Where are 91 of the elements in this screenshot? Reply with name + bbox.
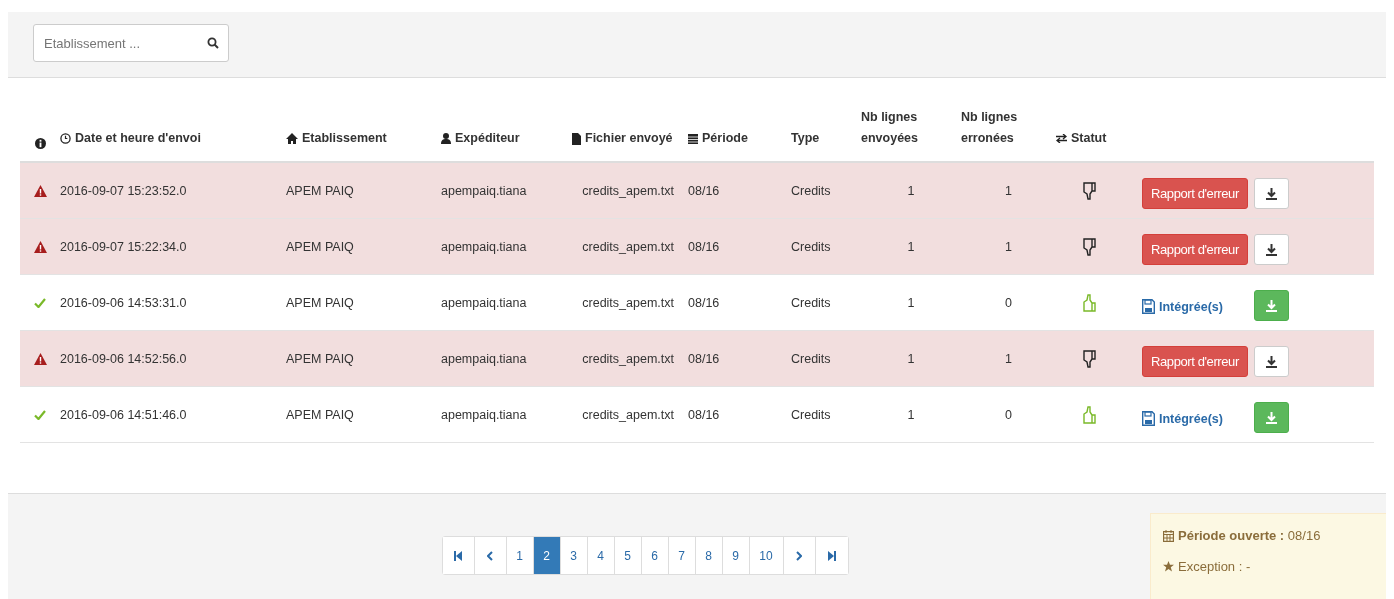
- column-header: Type: [791, 130, 820, 147]
- download-icon: [1266, 411, 1277, 424]
- table-cell-text: Credits: [791, 295, 832, 310]
- check-icon: [34, 409, 46, 420]
- first-page-icon: [454, 550, 462, 561]
- home-icon: [286, 133, 298, 144]
- table-cell-text: apempaiq.tiana: [441, 295, 528, 310]
- warning-icon: [33, 352, 47, 365]
- table-cell-text: apempaiq.tiana: [441, 183, 528, 198]
- exchange-icon: [1056, 134, 1067, 143]
- table-cell-text: 1: [906, 183, 916, 198]
- table-cell: credits_apem.txt: [582, 407, 674, 422]
- download-button[interactable]: [1254, 234, 1289, 265]
- download-icon: [1266, 299, 1277, 312]
- table-cell: credits_apem.txt: [582, 351, 674, 366]
- user-icon: [441, 133, 451, 144]
- download-icon: [1266, 243, 1277, 256]
- table-cell-text: 1: [906, 239, 916, 254]
- error-report-button[interactable]: Rapport d'erreur: [1142, 346, 1248, 377]
- download-button[interactable]: [1254, 346, 1289, 377]
- column-header: Fichier envoyé: [585, 130, 673, 147]
- table-cell-text: APEM PAIQ: [286, 183, 355, 198]
- table-cell-text: 1: [1004, 239, 1013, 254]
- table-cell: credits_apem.txt: [582, 183, 674, 198]
- table-cell-text: Credits: [791, 239, 832, 254]
- table-cell: credits_apem.txt: [582, 295, 674, 310]
- table-cell-text: APEM PAIQ: [286, 407, 355, 422]
- error-report-button[interactable]: Rapport d'erreur: [1142, 234, 1248, 265]
- table-cell-text: 2016-09-06 14:52:56.0: [60, 351, 188, 366]
- table-cell-text: 1: [906, 351, 916, 366]
- table-cell-text: 08/16: [688, 407, 721, 422]
- info-icon: [34, 138, 46, 149]
- check-icon: [34, 297, 46, 308]
- table-cell-text: Credits: [791, 183, 832, 198]
- download-button[interactable]: [1254, 178, 1289, 209]
- star-icon: [1163, 561, 1174, 572]
- column-header: Nb lignes erronées: [961, 109, 1019, 147]
- thumbs-up-icon: [1082, 405, 1096, 424]
- table-cell-text: 08/16: [688, 295, 721, 310]
- table-cell-text: 0: [1004, 407, 1013, 422]
- page-button[interactable]: 2: [533, 537, 561, 574]
- last-page-icon: [827, 550, 836, 561]
- column-header: Période: [702, 130, 748, 147]
- previous-icon: [487, 550, 493, 561]
- error-report-button[interactable]: Rapport d'erreur: [1142, 178, 1248, 209]
- thumbs-down-icon: [1082, 181, 1096, 200]
- calendar-icon: [688, 133, 698, 144]
- warning-icon: [33, 184, 47, 197]
- table-cell-text: 08/16: [688, 183, 721, 198]
- search-field[interactable]: Etablissement ...: [33, 24, 229, 62]
- integrated-link[interactable]: Intégrée(s): [1142, 411, 1223, 426]
- integrated-link[interactable]: Intégrée(s): [1142, 299, 1223, 314]
- table-cell-text: 1: [1004, 351, 1013, 366]
- download-icon: [1266, 355, 1277, 368]
- next-icon: [796, 550, 802, 561]
- thumbs-down-icon: [1082, 237, 1096, 256]
- warning-icon: [33, 240, 47, 253]
- table-cell-text: Credits: [791, 407, 832, 422]
- open-period-text: Période ouverte : 08/16: [1178, 528, 1321, 543]
- search-icon: [207, 37, 219, 49]
- clock-icon: [60, 133, 71, 144]
- table-cell-text: APEM PAIQ: [286, 295, 355, 310]
- thumbs-down-icon: [1082, 349, 1096, 368]
- table-cell: credits_apem.txt: [582, 239, 674, 254]
- table-cell-text: 2016-09-07 15:23:52.0: [60, 183, 188, 198]
- column-header: Expéditeur: [455, 130, 520, 147]
- table-cell-text: apempaiq.tiana: [441, 239, 528, 254]
- table-cell-text: 08/16: [688, 239, 721, 254]
- thumbs-up-icon: [1082, 293, 1096, 312]
- table-cell-text: Credits: [791, 351, 832, 366]
- table-cell-text: 2016-09-06 14:51:46.0: [60, 407, 188, 422]
- file-icon: [572, 132, 581, 145]
- table-cell-text: 1: [906, 407, 916, 422]
- table-cell-text: APEM PAIQ: [286, 239, 355, 254]
- table-cell-text: 0: [1004, 295, 1013, 310]
- download-icon: [1266, 187, 1277, 200]
- table-cell-text: 2016-09-06 14:53:31.0: [60, 295, 188, 310]
- column-header: Statut: [1071, 130, 1107, 147]
- column-header: Nb lignes envoyées: [861, 109, 919, 147]
- column-header: Date et heure d'envoi: [75, 130, 201, 147]
- table-cell-text: 1: [906, 295, 916, 310]
- table-cell-text: 1: [1004, 183, 1013, 198]
- calendar-icon: [1163, 529, 1174, 542]
- column-header: Etablissement: [302, 130, 387, 147]
- table-cell-text: apempaiq.tiana: [441, 407, 528, 422]
- table-cell-text: APEM PAIQ: [286, 351, 355, 366]
- table-cell-text: 2016-09-07 15:22:34.0: [60, 239, 188, 254]
- first-page-button[interactable]: [442, 537, 475, 574]
- table-cell-text: apempaiq.tiana: [441, 351, 528, 366]
- table-cell-text: 08/16: [688, 351, 721, 366]
- exception-text: Exception : -: [1178, 559, 1251, 574]
